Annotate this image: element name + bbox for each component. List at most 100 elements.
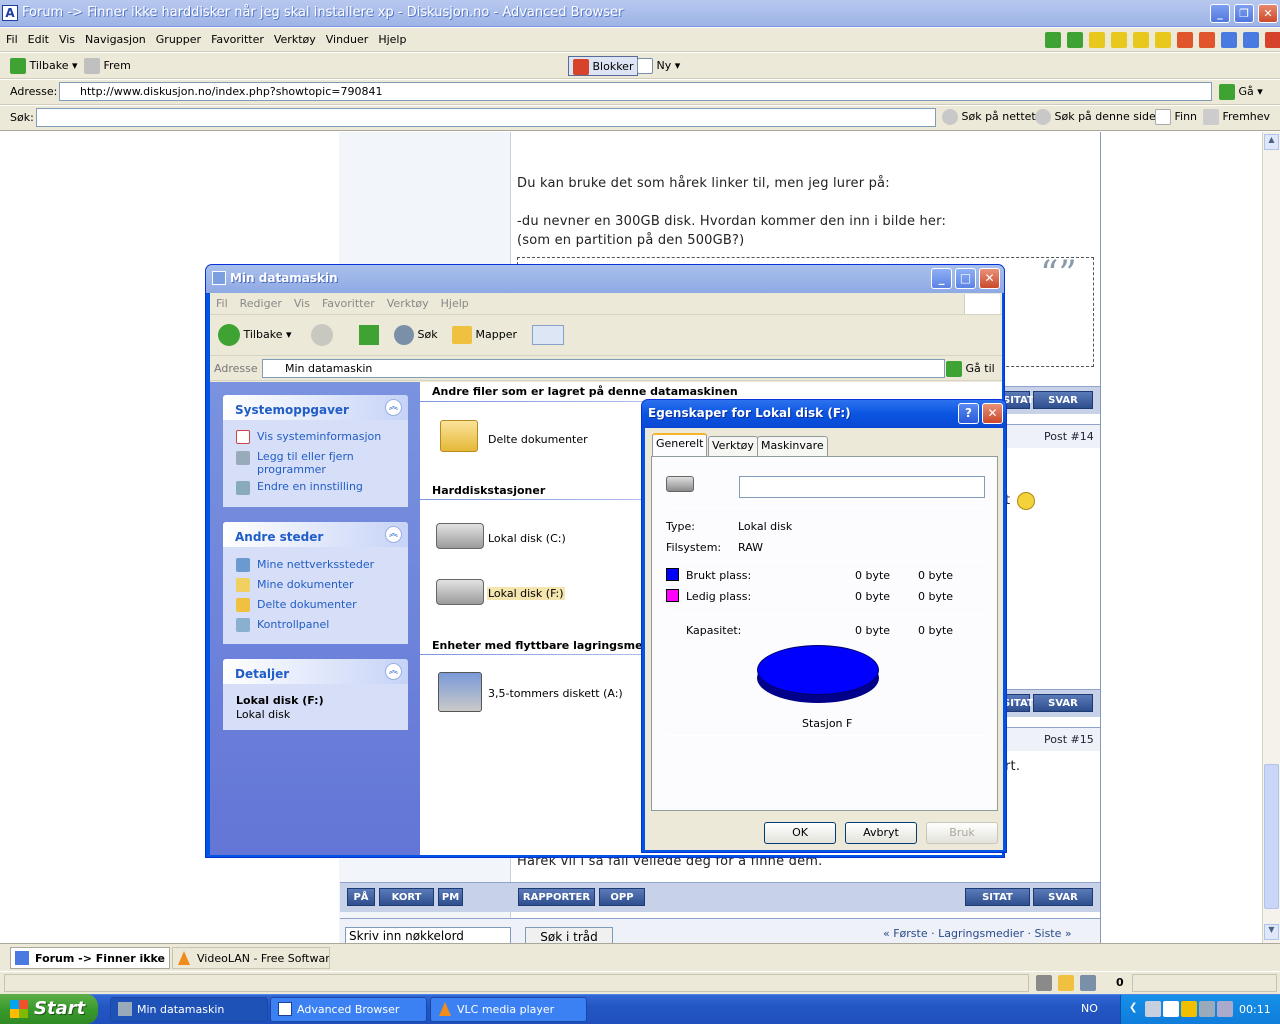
page-scrollbar[interactable]: ▲ ▼ [1262,132,1280,943]
tray-shield-icon[interactable] [1181,1001,1197,1017]
drive-c-item[interactable]: Lokal disk (C:) [488,532,566,545]
menu-vinduer[interactable]: Vinduer [320,28,373,46]
pm-button[interactable]: PM [438,888,463,906]
reply-button-13[interactable]: SVAR [1033,391,1093,409]
help-button[interactable]: ? [958,403,979,424]
close-all-icon[interactable] [1177,32,1193,48]
post-number-15[interactable]: Post #15 [1044,733,1094,746]
link-network-places[interactable]: Mine nettverkssteder [257,558,374,571]
details-title[interactable]: Detaljer [223,659,408,684]
child-restore-icon[interactable] [1243,32,1259,48]
task-my-computer[interactable]: Min datamaskin [110,997,268,1022]
views-icon[interactable] [532,325,564,345]
shared-documents-item[interactable]: Delte dokumenter [488,433,588,446]
find-button[interactable]: Finn [1155,107,1197,127]
drive-f-item[interactable]: Lokal disk (F:) [487,587,565,600]
reply-button-14[interactable]: SVAR [1033,694,1093,712]
scroll-thumb[interactable] [1264,764,1279,909]
back-button[interactable]: Tilbake ▾ [10,56,78,76]
explorer-menu-hjelp[interactable]: Hjelp [435,293,475,310]
link-shared-documents[interactable]: Delte dokumenter [257,598,357,611]
close-button[interactable]: ✕ [1258,4,1278,23]
explorer-maximize-button[interactable]: □ [955,268,976,289]
menu-grupper[interactable]: Grupper [150,28,205,46]
go-button[interactable]: Gå ▾ [1219,82,1263,102]
tab-general[interactable]: Generelt [652,433,708,457]
collapse-chevron-icon[interactable]: ︽ [385,526,402,543]
menu-fil[interactable]: Fil [0,28,22,46]
tray-usb-icon[interactable] [1217,1001,1233,1017]
link-add-remove-programs[interactable]: Legg til eller fjern programmer [257,450,397,476]
menu-favoritter[interactable]: Favoritter [205,28,268,46]
reply-button-15[interactable]: SVAR [1033,888,1093,906]
block-button[interactable]: Blokker [568,56,639,76]
child-minimize-icon[interactable] [1221,32,1237,48]
apply-button[interactable]: Bruk [926,822,998,844]
task-vlc[interactable]: VLC media player [430,997,587,1022]
tile-vertical-icon[interactable] [1133,32,1149,48]
system-tasks-title[interactable]: Systemoppgaver [223,395,408,420]
shared-folder-icon[interactable] [440,420,478,452]
restore-button[interactable]: ❐ [1234,4,1254,23]
explorer-minimize-button[interactable]: _ [931,268,952,289]
ok-button[interactable]: OK [764,822,836,844]
tray-expand-icon[interactable]: ❮ [1129,1002,1141,1016]
explorer-close-button[interactable]: ✕ [979,268,1000,289]
explorer-menu-favoritter[interactable]: Favoritter [316,293,381,310]
explorer-menu-rediger[interactable]: Rediger [234,293,288,310]
floppy-drive-item[interactable]: 3,5-tommers diskett (A:) [488,687,623,700]
minimize-button[interactable]: _ [1210,4,1230,23]
explorer-menu-verktoy[interactable]: Verktøy [381,293,435,310]
explorer-search-button[interactable]: Søk [394,324,438,346]
tray-display-icon[interactable] [1199,1001,1215,1017]
other-places-title[interactable]: Andre steder [223,522,408,547]
browser-tab-forum[interactable]: Forum -> Finner ikke ... [10,947,170,969]
new-button[interactable]: Ny ▾ [637,56,680,76]
volume-name-input[interactable] [739,476,985,498]
highlight-button[interactable]: Fremhev [1203,107,1270,127]
pager[interactable]: « Første · Lagringsmedier · Siste » [883,927,1072,940]
quote-button-15[interactable]: SITAT [965,888,1030,906]
online-button[interactable]: PÅ [347,888,375,906]
explorer-address-input[interactable]: Min datamaskin [262,359,945,378]
drive-c-icon[interactable] [436,523,484,549]
language-indicator[interactable]: NO [1081,1002,1098,1015]
child-close-icon[interactable] [1265,32,1280,48]
explorer-forward-icon[interactable] [311,324,333,346]
cascade-icon[interactable] [1089,32,1105,48]
link-my-documents[interactable]: Mine dokumenter [257,578,354,591]
menu-hjelp[interactable]: Hjelp [372,28,410,46]
link-change-setting[interactable]: Endre en innstilling [257,480,363,493]
arrange-icon[interactable] [1155,32,1171,48]
link-control-panel[interactable]: Kontrollpanel [257,618,329,631]
scroll-down-arrow[interactable]: ▼ [1264,924,1279,940]
scroll-up-arrow[interactable]: ▲ [1264,134,1279,150]
post-number-14[interactable]: Post #14 [1044,430,1094,443]
dialog-title-bar[interactable]: Egenskaper for Lokal disk (F:) ? ✕ [642,400,1006,428]
tray-network-icon[interactable] [1145,1001,1161,1017]
prev-window-icon[interactable] [1045,32,1061,48]
next-window-icon[interactable] [1067,32,1083,48]
search-web-button[interactable]: Søk på nettet [942,107,1036,127]
collapse-chevron-icon[interactable]: ︽ [385,399,402,416]
clock[interactable]: 00:11 [1239,1003,1271,1016]
report-button[interactable]: RAPPORTER [518,888,595,906]
collapse-chevron-icon[interactable]: ︽ [385,663,402,680]
forward-button[interactable]: Frem [84,56,131,76]
tray-browser-icon[interactable] [1163,1001,1179,1017]
tab-hardware[interactable]: Maskinvare [757,436,828,456]
top-button[interactable]: OPP [599,888,645,906]
link-system-info[interactable]: Vis systeminformasjon [257,430,381,443]
search-page-button[interactable]: Søk på denne siden [1035,107,1163,127]
address-input[interactable]: http://www.diskusjon.no/index.php?showto… [59,82,1212,101]
drive-f-icon[interactable] [436,579,484,605]
explorer-go-button[interactable]: Gå til [946,358,1000,379]
explorer-up-icon[interactable] [359,325,379,345]
tab-tools[interactable]: Verktøy [708,436,758,456]
explorer-title-bar[interactable]: Min datamaskin _ □ ✕ [206,265,1004,293]
browser-title-bar[interactable]: A Forum -> Finner ikke harddisker når je… [0,0,1280,27]
browser-tab-videolan[interactable]: VideoLAN - Free Softwar... [172,947,330,969]
task-advanced-browser[interactable]: Advanced Browser [270,997,427,1022]
search-input[interactable] [36,108,936,127]
menu-navigasjon[interactable]: Navigasjon [79,28,150,46]
